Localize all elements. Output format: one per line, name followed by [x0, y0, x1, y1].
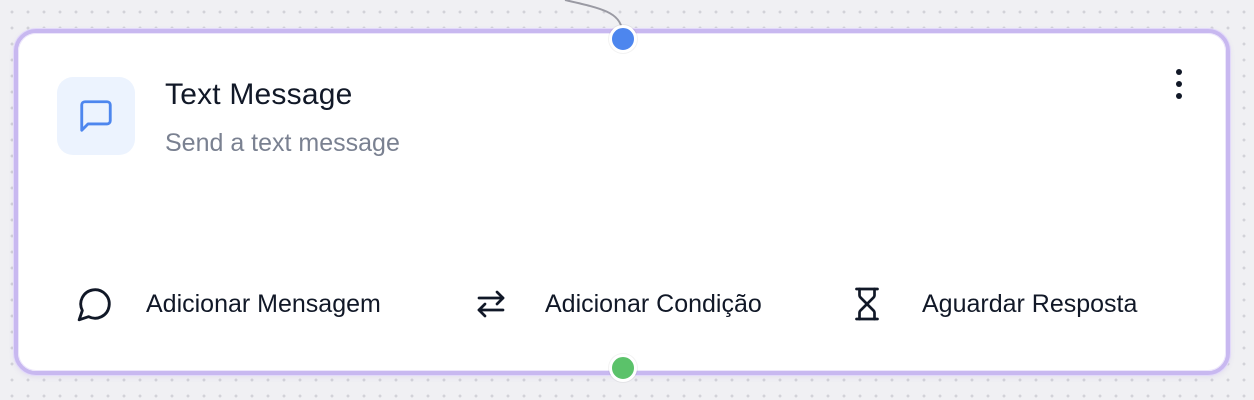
node-subtitle: Send a text message	[165, 129, 400, 157]
wait-response-label: Aguardar Resposta	[922, 289, 1138, 318]
more-vertical-icon	[1175, 67, 1183, 101]
add-condition-label: Adicionar Condição	[545, 289, 762, 318]
message-circle-icon	[75, 284, 115, 324]
more-options-button[interactable]	[1164, 64, 1194, 104]
add-message-label: Adicionar Mensagem	[146, 289, 381, 318]
node-icon-tile	[57, 77, 135, 155]
add-condition-button[interactable]: Adicionar Condição	[471, 282, 762, 326]
node-title: Text Message	[165, 78, 353, 111]
hourglass-icon	[847, 284, 887, 324]
add-message-button[interactable]: Adicionar Mensagem	[75, 282, 381, 326]
message-square-icon	[77, 97, 115, 135]
output-handle[interactable]	[609, 354, 637, 382]
node-body: Text Message Send a text message Adicion…	[18, 33, 1226, 371]
wait-response-button[interactable]: Aguardar Resposta	[847, 282, 1137, 326]
arrows-left-right-icon	[471, 284, 511, 324]
input-handle[interactable]	[609, 25, 637, 53]
text-message-node[interactable]: Text Message Send a text message Adicion…	[14, 29, 1230, 375]
node-actions: Adicionar Mensagem Adicionar Condição Ag…	[19, 282, 1225, 326]
